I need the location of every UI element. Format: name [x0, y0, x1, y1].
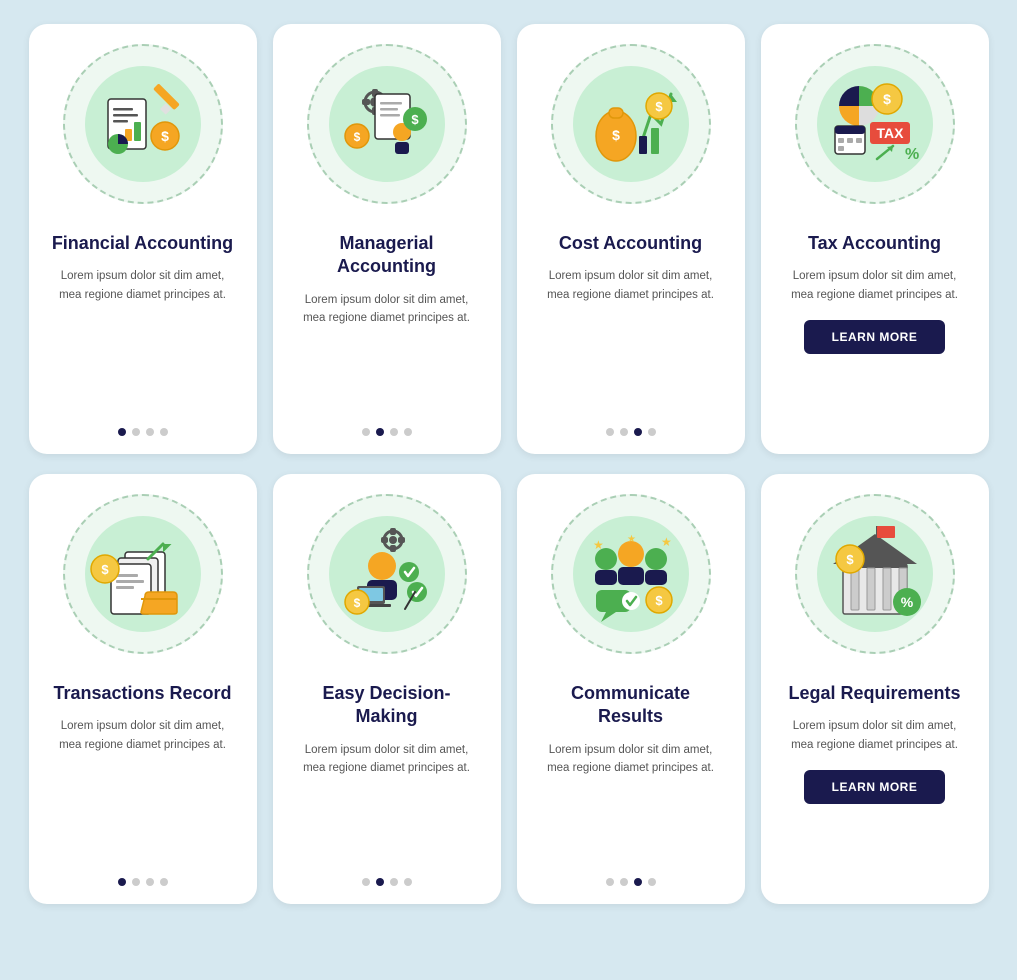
dot-3	[634, 878, 642, 886]
svg-text:$: $	[846, 552, 854, 567]
dot-4	[404, 428, 412, 436]
card-dots	[606, 410, 656, 436]
dot-2	[620, 878, 628, 886]
learn-more-button-tax[interactable]: LEARN MORE	[804, 320, 946, 354]
bottom-row: $ Transactions Record Lorem ipsum dolor …	[24, 474, 993, 904]
financial-icon: $	[83, 64, 203, 184]
dot-3	[146, 428, 154, 436]
svg-text:★: ★	[661, 535, 672, 549]
card-desc: Lorem ipsum dolor sit dim amet, mea regi…	[537, 267, 725, 304]
card-dots	[362, 410, 412, 436]
icon-circle: $ %	[795, 494, 955, 654]
card-desc: Lorem ipsum dolor sit dim amet, mea regi…	[781, 267, 969, 304]
learn-more-button-legal[interactable]: LEARN MORE	[804, 770, 946, 804]
managerial-icon: $ $	[327, 64, 447, 184]
card-title: Cost Accounting	[559, 232, 702, 255]
icon-circle: $ $	[307, 44, 467, 204]
card-dots	[362, 860, 412, 886]
card-icon-area: $ $	[273, 24, 501, 224]
card-icon-area: $ TAX %	[761, 24, 989, 224]
card-cost-accounting: $ $ Cost Accounting Lorem ipsum dolor si…	[517, 24, 745, 454]
card-title: Tax Accounting	[808, 232, 941, 255]
dot-4	[160, 878, 168, 886]
card-icon-area: $ %	[761, 474, 989, 674]
cost-icon: $ $	[571, 64, 691, 184]
card-title: Easy Decision-Making	[293, 682, 481, 729]
card-title: Managerial Accounting	[293, 232, 481, 279]
svg-text:$: $	[655, 99, 663, 114]
card-transactions-record: $ Transactions Record Lorem ipsum dolor …	[29, 474, 257, 904]
dot-1	[606, 878, 614, 886]
dot-3	[634, 428, 642, 436]
svg-text:★: ★	[627, 534, 636, 545]
dot-4	[648, 878, 656, 886]
svg-text:%: %	[900, 594, 913, 610]
card-financial-accounting: $ Financial Accounting Lorem ipsum dolor…	[29, 24, 257, 454]
icon-circle: $	[63, 494, 223, 654]
svg-text:$: $	[612, 127, 620, 143]
card-icon-area: ★ ★ ★ $	[517, 474, 745, 674]
dot-4	[404, 878, 412, 886]
svg-text:TAX: TAX	[876, 125, 904, 141]
dot-4	[160, 428, 168, 436]
card-managerial-accounting: $ $ Managerial Accounting Lorem ipsum do…	[273, 24, 501, 454]
card-legal-requirements: $ % Legal Requirements Lorem ipsum dolor…	[761, 474, 989, 904]
card-title: Financial Accounting	[52, 232, 233, 255]
card-communicate-results: ★ ★ ★ $ Communicate Results Lorem ipsum …	[517, 474, 745, 904]
svg-text:★: ★	[593, 538, 604, 552]
svg-text:$: $	[161, 128, 169, 144]
card-desc: Lorem ipsum dolor sit dim amet, mea regi…	[537, 741, 725, 778]
card-icon-area: $	[273, 474, 501, 674]
svg-text:$: $	[101, 562, 109, 577]
legal-icon: $ %	[815, 514, 935, 634]
card-desc: Lorem ipsum dolor sit dim amet, mea regi…	[49, 267, 237, 304]
card-title: Legal Requirements	[788, 682, 960, 705]
svg-text:$: $	[353, 596, 360, 610]
dot-3	[390, 428, 398, 436]
card-dots	[118, 410, 168, 436]
dot-2	[376, 428, 384, 436]
dot-2	[620, 428, 628, 436]
dot-4	[648, 428, 656, 436]
icon-circle: ★ ★ ★ $	[551, 494, 711, 654]
card-desc: Lorem ipsum dolor sit dim amet, mea regi…	[49, 717, 237, 754]
dot-2	[132, 878, 140, 886]
card-icon-area: $	[29, 24, 257, 224]
icon-circle: $	[307, 494, 467, 654]
card-title: Communicate Results	[537, 682, 725, 729]
dot-2	[132, 428, 140, 436]
tax-icon: $ TAX %	[815, 64, 935, 184]
card-icon-area: $ $	[517, 24, 745, 224]
dot-1	[362, 878, 370, 886]
dot-1	[362, 428, 370, 436]
transactions-icon: $	[83, 514, 203, 634]
card-easy-decision-making: $ Easy Decision-Making Lorem ipsum dolor…	[273, 474, 501, 904]
card-tax-accounting: $ TAX % Tax	[761, 24, 989, 454]
icon-circle: $ TAX %	[795, 44, 955, 204]
dot-1	[118, 428, 126, 436]
icon-circle: $	[63, 44, 223, 204]
svg-text:$: $	[353, 130, 360, 144]
card-dots	[606, 860, 656, 886]
dot-3	[390, 878, 398, 886]
svg-text:%: %	[905, 146, 919, 163]
card-dots	[118, 860, 168, 886]
svg-text:$: $	[883, 91, 891, 107]
svg-text:$: $	[411, 112, 419, 127]
dot-3	[146, 878, 154, 886]
communicate-icon: ★ ★ ★ $	[571, 514, 691, 634]
card-desc: Lorem ipsum dolor sit dim amet, mea regi…	[293, 291, 481, 328]
card-title: Transactions Record	[53, 682, 231, 705]
dot-1	[606, 428, 614, 436]
card-icon-area: $	[29, 474, 257, 674]
decision-icon: $	[327, 514, 447, 634]
dot-1	[118, 878, 126, 886]
svg-text:$: $	[655, 593, 663, 608]
card-desc: Lorem ipsum dolor sit dim amet, mea regi…	[781, 717, 969, 754]
icon-circle: $ $	[551, 44, 711, 204]
card-desc: Lorem ipsum dolor sit dim amet, mea regi…	[293, 741, 481, 778]
dot-2	[376, 878, 384, 886]
top-row: $ Financial Accounting Lorem ipsum dolor…	[24, 24, 993, 454]
